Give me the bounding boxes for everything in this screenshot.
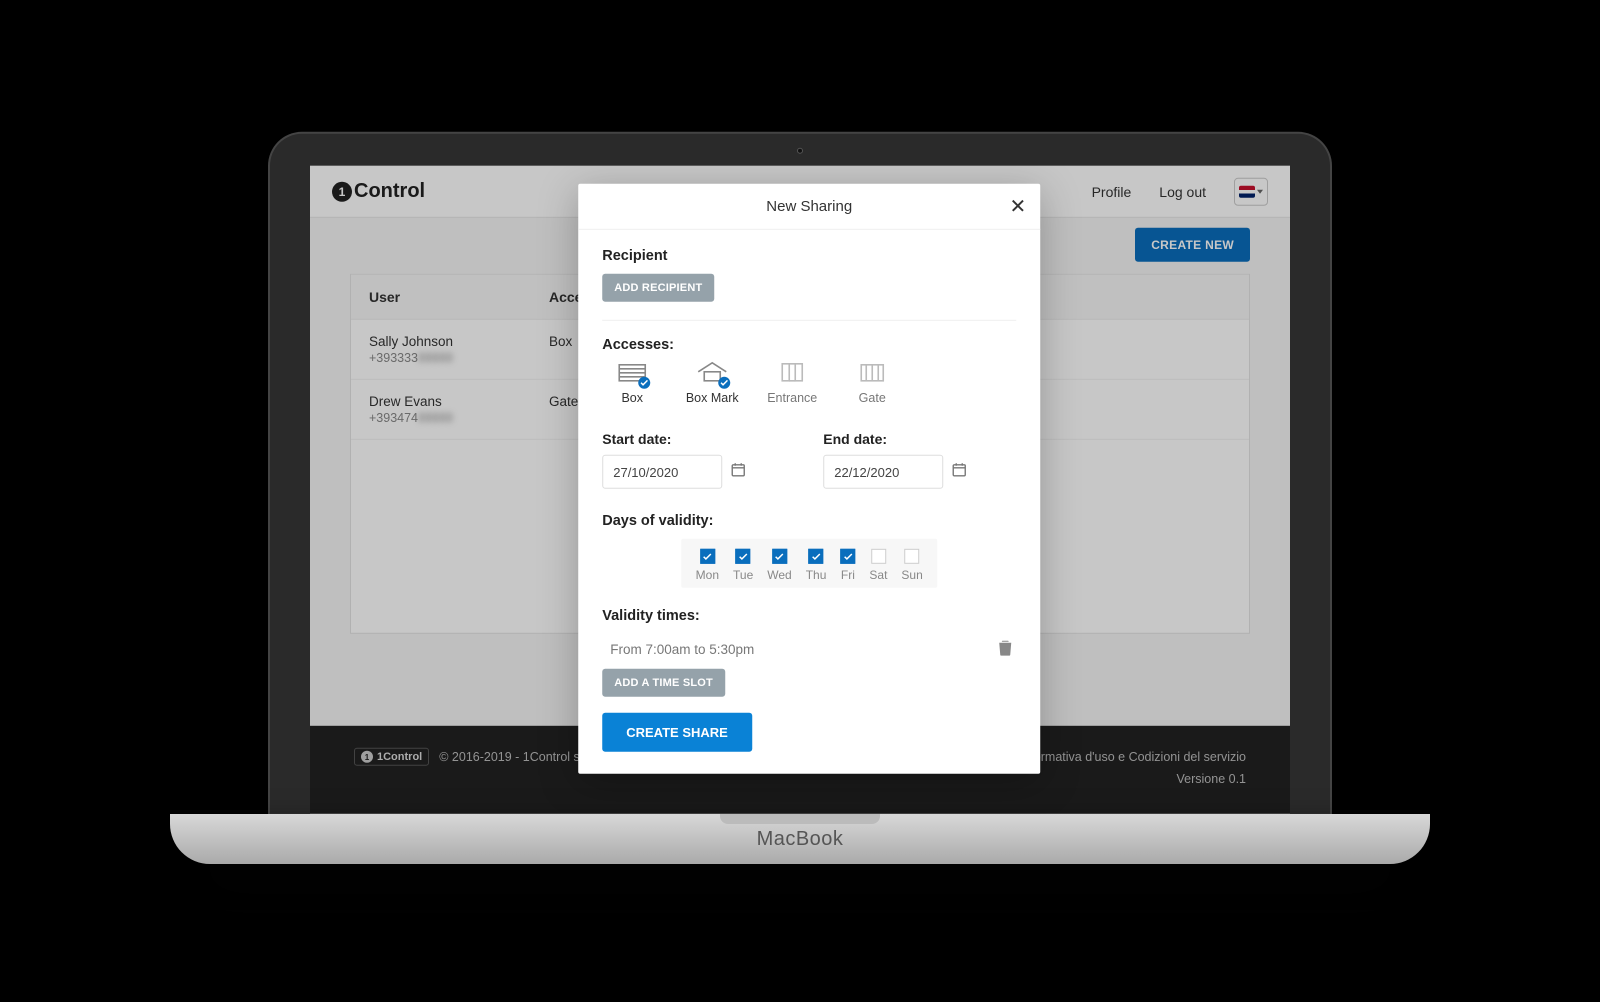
user-name: Sally Johnson bbox=[369, 334, 549, 349]
modal-close-button[interactable]: ✕ bbox=[1009, 194, 1026, 219]
delete-timeslot-button[interactable] bbox=[998, 640, 1012, 659]
top-nav: Profile Log out bbox=[1092, 177, 1268, 205]
calendar-icon[interactable] bbox=[730, 461, 746, 482]
end-date-input[interactable] bbox=[823, 455, 943, 489]
trash-icon bbox=[998, 644, 1012, 659]
uk-flag-icon bbox=[1239, 185, 1255, 197]
end-date-label: End date: bbox=[823, 431, 1016, 447]
chevron-down-icon bbox=[1257, 189, 1263, 193]
laptop-base: MacBook bbox=[170, 814, 1430, 864]
dow-label: Wed bbox=[767, 568, 791, 582]
dow-thu-checkbox[interactable] bbox=[809, 549, 824, 564]
dow-sat-checkbox[interactable] bbox=[871, 549, 886, 564]
add-timeslot-button[interactable]: ADD A TIME SLOT bbox=[602, 669, 725, 697]
user-name: Drew Evans bbox=[369, 394, 549, 409]
entrance-door-icon bbox=[776, 359, 808, 388]
check-icon bbox=[638, 377, 650, 389]
divider bbox=[602, 320, 1016, 321]
days-of-week: Mon Tue Wed Thu Fri Sat Sun bbox=[682, 539, 937, 588]
access-label: Box Mark bbox=[686, 391, 739, 405]
footer-terms-link[interactable]: Informativa d'uso e Codizioni del serviz… bbox=[1020, 750, 1246, 764]
access-option-box[interactable]: Box bbox=[602, 363, 662, 405]
brand-logo[interactable]: 1 Control bbox=[332, 180, 425, 203]
language-selector[interactable] bbox=[1234, 177, 1268, 205]
modal-title: New Sharing bbox=[766, 198, 852, 215]
new-sharing-modal: New Sharing ✕ Recipient ADD RECIPIENT Ac… bbox=[578, 184, 1040, 774]
dow-mon-checkbox[interactable] bbox=[700, 549, 715, 564]
create-share-button[interactable]: CREATE SHARE bbox=[602, 713, 752, 752]
accesses-list: Box bbox=[602, 363, 1016, 405]
create-new-button[interactable]: CREATE NEW bbox=[1135, 228, 1250, 262]
app-viewport: 1 Control Profile Log out CREATE NEW Use… bbox=[310, 166, 1290, 814]
validity-times-label: Validity times: bbox=[602, 608, 1016, 624]
dow-fri-checkbox[interactable] bbox=[840, 549, 855, 564]
gate-icon bbox=[856, 359, 888, 388]
access-option-entrance[interactable]: Entrance bbox=[762, 363, 822, 405]
close-icon: ✕ bbox=[1009, 196, 1026, 218]
access-option-gate[interactable]: Gate bbox=[842, 363, 902, 405]
user-phone: +39333300000 bbox=[369, 351, 549, 365]
accesses-label: Accesses: bbox=[602, 337, 1016, 353]
recipient-label: Recipient bbox=[602, 248, 1016, 264]
timeslot-text: From 7:00am to 5:30pm bbox=[610, 642, 754, 657]
add-recipient-button[interactable]: ADD RECIPIENT bbox=[602, 274, 714, 302]
brand-badge-icon: 1 bbox=[332, 181, 352, 201]
dow-label: Mon bbox=[696, 568, 719, 582]
footer-brand-chip: 1 1Control bbox=[354, 748, 429, 766]
brand-text: Control bbox=[354, 180, 425, 203]
dow-sun-checkbox[interactable] bbox=[905, 549, 920, 564]
dow-label: Thu bbox=[806, 568, 827, 582]
laptop-hinge-notch bbox=[720, 814, 880, 824]
laptop-brand-text: MacBook bbox=[757, 828, 844, 851]
laptop-camera-dot bbox=[797, 148, 803, 154]
dow-label: Fri bbox=[841, 568, 855, 582]
start-date-input[interactable] bbox=[602, 455, 722, 489]
check-icon bbox=[718, 377, 730, 389]
calendar-icon[interactable] bbox=[951, 461, 967, 482]
dow-label: Sun bbox=[901, 568, 922, 582]
nav-logout[interactable]: Log out bbox=[1159, 183, 1206, 199]
nav-profile[interactable]: Profile bbox=[1092, 183, 1132, 199]
access-option-box-mark[interactable]: Box Mark bbox=[682, 363, 742, 405]
access-label: Box bbox=[621, 391, 643, 405]
laptop-bezel: 1 Control Profile Log out CREATE NEW Use… bbox=[270, 134, 1330, 814]
dow-label: Days of validity: bbox=[602, 513, 1016, 529]
start-date-label: Start date: bbox=[602, 431, 795, 447]
footer-version: Versione 0.1 bbox=[354, 772, 1246, 786]
dow-wed-checkbox[interactable] bbox=[772, 549, 787, 564]
col-user: User bbox=[369, 289, 549, 305]
dow-label: Sat bbox=[869, 568, 887, 582]
access-label: Entrance bbox=[767, 391, 817, 405]
user-phone: +39347400000 bbox=[369, 411, 549, 425]
access-label: Gate bbox=[859, 391, 886, 405]
modal-header: New Sharing ✕ bbox=[578, 184, 1040, 230]
dow-label: Tue bbox=[733, 568, 753, 582]
timeslot-row: From 7:00am to 5:30pm bbox=[602, 634, 1016, 669]
dow-tue-checkbox[interactable] bbox=[736, 549, 751, 564]
